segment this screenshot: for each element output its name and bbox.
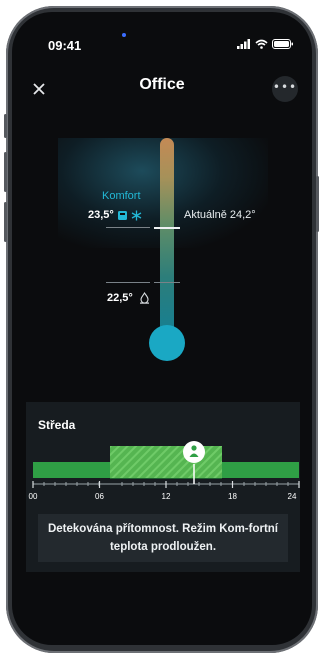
day-schedule-panel: Středa 00 06 12 18 24 Detekována přítomn… [26,402,300,572]
flame-icon [139,292,149,304]
status-icons [237,39,294,49]
thermometer-bulb [149,325,185,361]
page-title: Office [139,76,185,93]
side-button-volume-down [4,202,7,242]
comfort-setpoint[interactable]: 23,5° [88,209,142,221]
eco-line-left [106,282,150,283]
status-time: 09:41 [48,38,82,53]
side-button-volume-up [4,152,7,192]
tick-18: 18 [228,492,237,501]
eco-marker [154,282,180,283]
comfort-temp-value: 23,5° [88,209,114,221]
side-button-mute [4,114,7,138]
tick-00: 00 [28,492,38,501]
app-header: Office ••• [12,72,312,112]
comfort-mode-label: Komfort [102,190,141,202]
current-temperature: Aktuálně 24,2° [184,209,256,221]
comfort-marker [154,227,180,229]
tick-24: 24 [287,492,297,501]
eco-temp-value: 22,5° [107,292,133,304]
eco-setpoint[interactable]: 22,5° [107,292,150,304]
wifi-icon [255,39,268,49]
schedule-timeline[interactable] [26,402,300,492]
thermometer-tube[interactable] [160,138,174,336]
presence-message: Detekována přítomnost. Režim Kom-fortní … [38,514,288,562]
status-bar: 09:41 [12,12,312,62]
battery-icon [272,39,293,49]
tick-06: 06 [95,492,104,501]
app-screen: 09:41 Office ••• Komfort 23,5° Aktuálně … [12,12,312,645]
tick-12: 12 [161,492,171,501]
signal-icon [237,39,250,49]
comfort-line-left [106,227,150,228]
side-button-power [316,176,319,232]
more-icon[interactable]: ••• [272,76,298,102]
schedule-comfort-segment [110,446,222,478]
snowflake-icon [131,210,142,220]
comfort-mode-icon [117,210,127,220]
camera-indicator [122,33,126,37]
